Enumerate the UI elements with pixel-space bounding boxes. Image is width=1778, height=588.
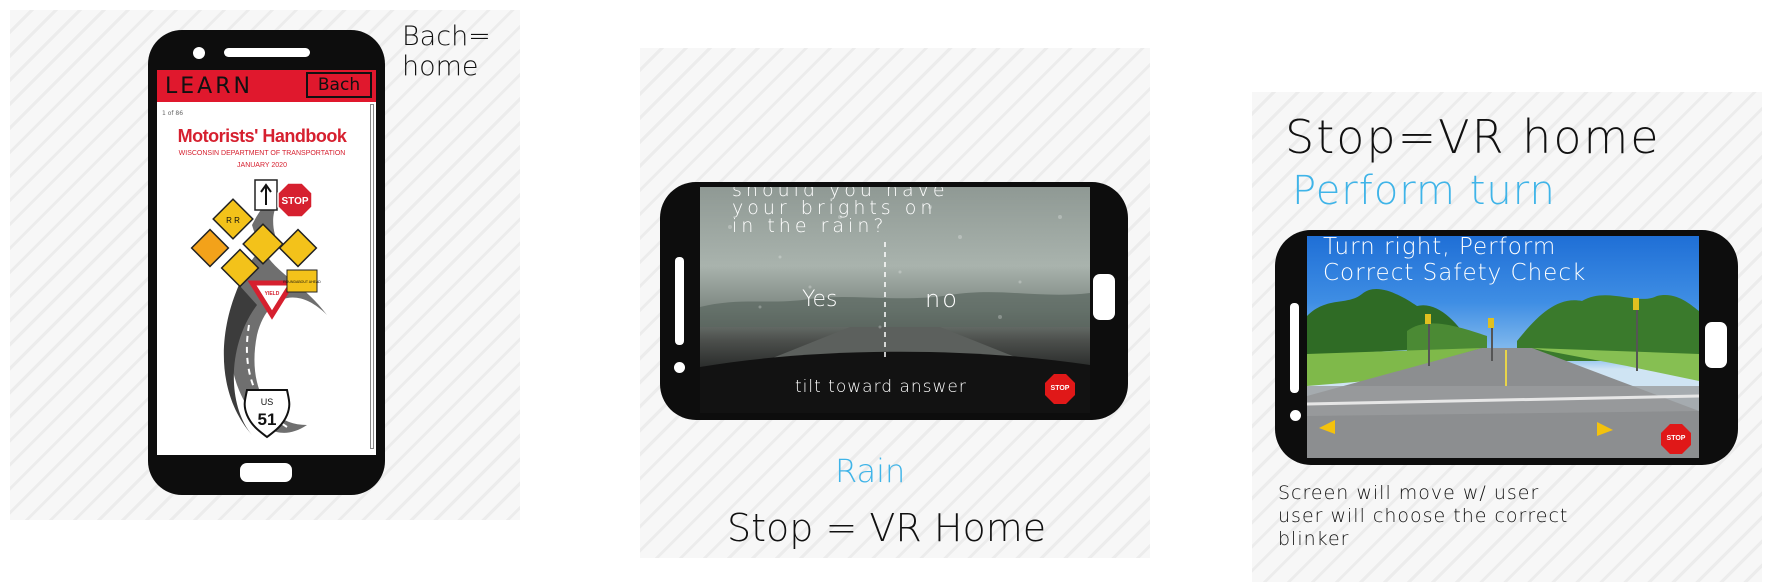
answer-yes[interactable]: Yes xyxy=(802,287,838,312)
home-button[interactable] xyxy=(1093,274,1115,320)
shield-top-label: US xyxy=(261,397,274,407)
back-button[interactable]: Bach xyxy=(306,72,372,98)
sign-roundabout-label: ROUNDABOUT AHEAD xyxy=(283,280,321,284)
camera-icon xyxy=(193,47,205,59)
intersection-scene-screen: Turn right, Perform Correct Safety Check… xyxy=(1307,236,1699,458)
document-subtitle: WISCONSIN DEPARTMENT OF TRANSPORTATION xyxy=(178,150,346,157)
turn-instruction-line-2: Correct Safety Check xyxy=(1323,260,1587,286)
diamond-sign-roundabout xyxy=(278,228,318,268)
road-signs-illustration: R R STOP YIELD ROUNDABOUT AHEAD US 51 xyxy=(190,179,327,439)
turn-instruction: Turn right, Perform Correct Safety Check xyxy=(1323,236,1586,286)
rain-caption-title: Rain xyxy=(835,452,906,490)
panel3-footnote: Screen will move w/ user user will choos… xyxy=(1278,482,1568,551)
annotation-line-2: home xyxy=(402,51,479,82)
diamond-sign-worker xyxy=(190,228,230,268)
rain-caption-note: Stop = VR Home xyxy=(727,506,1047,550)
panel3-header-note: Stop=VR home xyxy=(1285,110,1661,164)
footnote-line-3: blinker xyxy=(1278,528,1350,550)
speaker-grille xyxy=(224,48,310,57)
page-indicator: 1 of 86 xyxy=(162,110,184,117)
sign-rr-label: R R xyxy=(226,216,240,225)
home-button[interactable] xyxy=(240,463,292,482)
sign-stop-label: STOP xyxy=(281,196,308,207)
footnote-line-1: Screen will move w/ user xyxy=(1278,482,1540,504)
stop-sign-icon[interactable]: STOP xyxy=(1045,374,1075,404)
learn-header-bar: LEARN Bach xyxy=(157,70,376,102)
learn-screen: LEARN Bach 1 of 86 Motorists' Handbook W… xyxy=(157,70,376,455)
annotation-back-home: Bach= home xyxy=(402,22,491,82)
panel3-title: Perform turn xyxy=(1292,168,1556,214)
home-button[interactable] xyxy=(1705,322,1727,368)
annotation-line-1: Bach= xyxy=(402,21,491,52)
question-line-3: in the rain? xyxy=(732,215,888,237)
sign-yield-label: YIELD xyxy=(265,291,280,297)
phone-landscape-rain: should you have your brights on in the r… xyxy=(660,182,1128,420)
speaker-grille xyxy=(1290,303,1299,393)
footnote-line-2: user will choose the correct xyxy=(1278,505,1569,527)
phone-portrait: LEARN Bach 1 of 86 Motorists' Handbook W… xyxy=(148,30,385,495)
stop-sign-icon[interactable]: STOP xyxy=(1661,424,1691,454)
phone-landscape-turn: Turn right, Perform Correct Safety Check… xyxy=(1275,230,1738,465)
document-title: Motorists' Handbook xyxy=(177,126,347,146)
question-text: should you have your brights on in the r… xyxy=(732,187,949,237)
answer-no[interactable]: no xyxy=(925,285,959,313)
tilt-instruction: tilt toward answer xyxy=(795,377,967,397)
camera-icon xyxy=(674,362,685,373)
rain-scene-screen: should you have your brights on in the r… xyxy=(700,187,1090,413)
treeline xyxy=(700,292,1090,327)
turn-instruction-line-1: Turn right, Perform xyxy=(1323,236,1557,260)
shield-number-label: 51 xyxy=(258,410,277,429)
learn-header-label: LEARN xyxy=(165,74,253,99)
camera-icon xyxy=(1290,410,1301,421)
speaker-grille xyxy=(675,257,684,345)
